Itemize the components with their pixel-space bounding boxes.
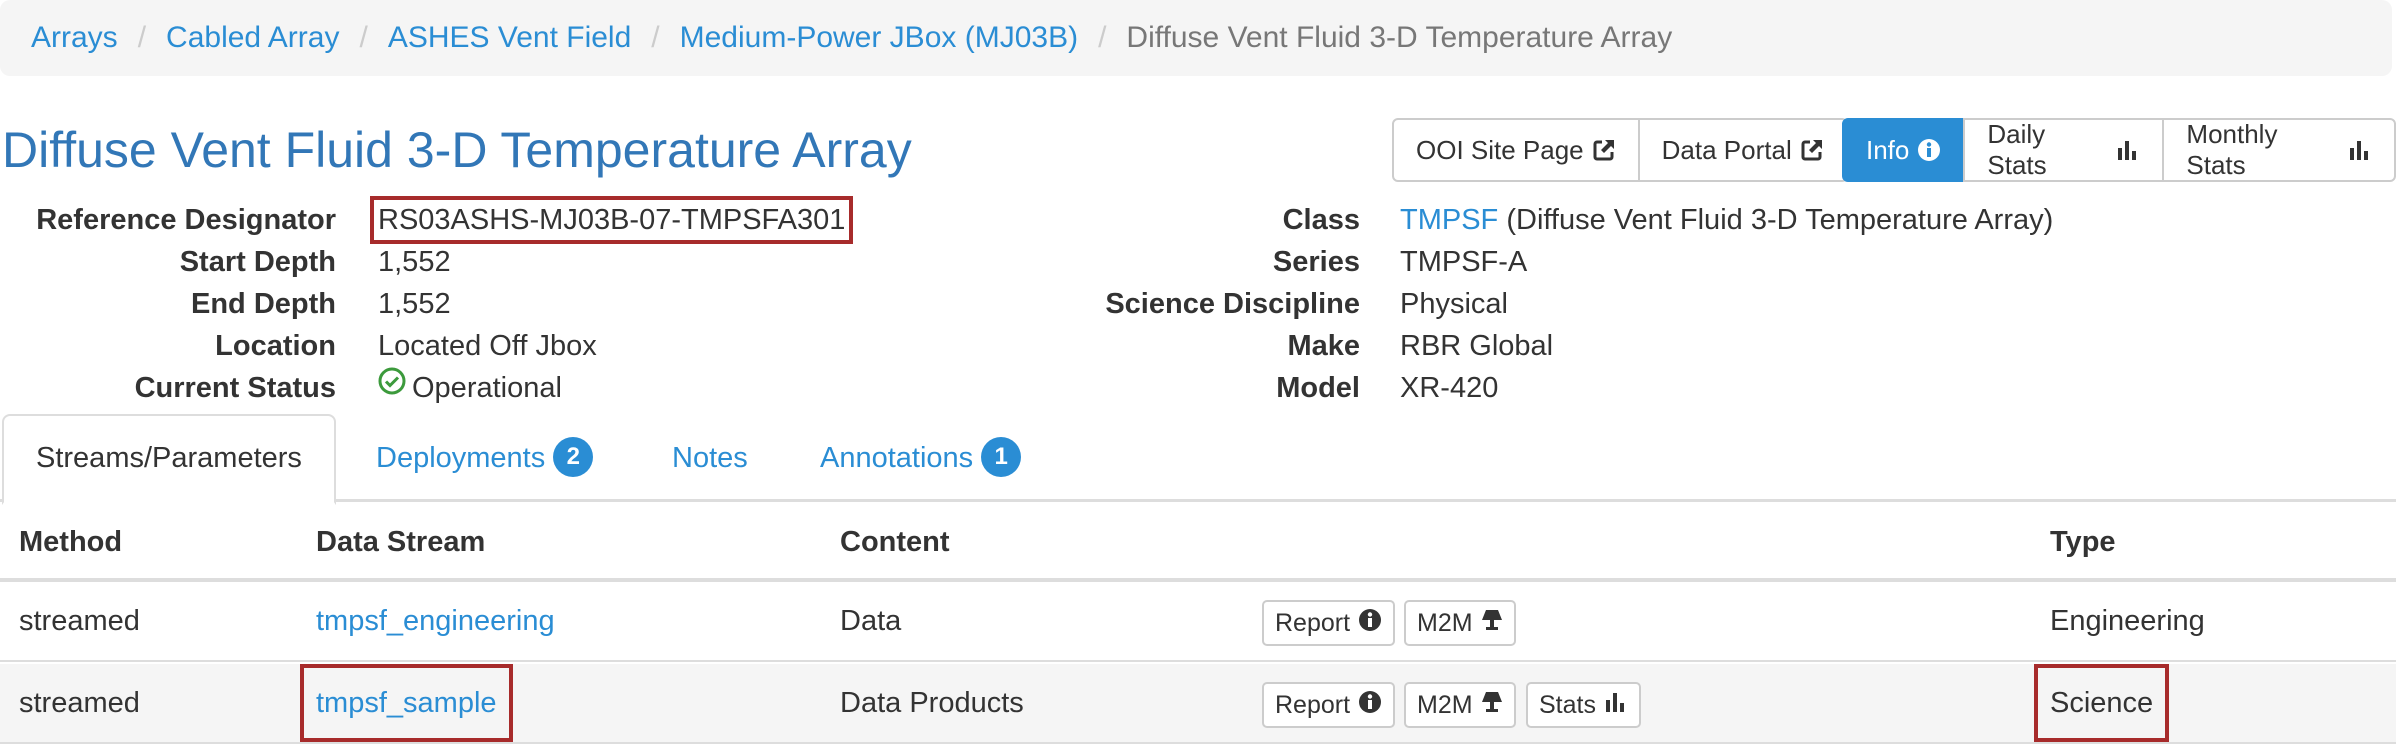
status-text: Operational: [412, 372, 562, 404]
tab-notes[interactable]: Notes: [672, 414, 748, 502]
stats-button[interactable]: Stats: [1526, 682, 1641, 728]
tab-bar: Streams/Parameters Deployments 2 Notes An…: [0, 414, 2396, 505]
tab-deployments[interactable]: Deployments 2: [376, 414, 594, 502]
start-depth-value: 1,552: [378, 246, 451, 278]
location-value: Located Off Jbox: [378, 330, 597, 362]
class-link[interactable]: TMPSF: [1400, 204, 1498, 236]
daily-stats-label: Daily Stats: [1987, 119, 2047, 180]
reference-designator-label: Reference Designator: [36, 204, 336, 236]
info-icon: [1358, 608, 1382, 639]
data-portal-label: Data Portal: [1661, 134, 1792, 165]
current-status-value: Operational: [378, 366, 562, 409]
row-stream-link[interactable]: tmpsf_sample: [300, 664, 513, 742]
lamp-icon: [1481, 690, 1503, 721]
row-method: streamed: [19, 605, 140, 637]
tab-deployments-label: Deployments: [376, 442, 546, 474]
breadcrumb-current: Diffuse Vent Fluid 3-D Temperature Array: [1126, 21, 1673, 54]
page-title: Diffuse Vent Fluid 3-D Temperature Array: [2, 122, 912, 178]
tab-annotations[interactable]: Annotations 1: [820, 414, 1022, 502]
ooi-site-page-label: OOI Site Page: [1416, 134, 1584, 165]
report-label: Report: [1275, 608, 1351, 637]
header-type: Type: [2050, 526, 2116, 558]
series-label: Series: [1272, 246, 1360, 278]
external-link-icon: [1592, 138, 1616, 162]
row-stream-link[interactable]: tmpsf_engineering: [316, 582, 555, 660]
model-value: XR-420: [1400, 372, 1499, 404]
deployments-count-badge: 2: [553, 437, 594, 478]
make-label: Make: [1287, 330, 1360, 362]
breadcrumb-separator: /: [1098, 21, 1107, 54]
info-icon: [1358, 690, 1382, 721]
breadcrumb-jbox[interactable]: Medium-Power JBox (MJ03B): [680, 21, 1078, 55]
monthly-stats-label: Monthly Stats: [2186, 119, 2278, 180]
external-link-icon: [1800, 138, 1824, 162]
header-data-stream: Data Stream: [316, 526, 486, 558]
row-type: Engineering: [2050, 605, 2205, 637]
end-depth-value: 1,552: [378, 288, 451, 320]
view-toggle-group: Info Daily Stats Monthly Stats: [1842, 118, 2396, 182]
m2m-label: M2M: [1417, 608, 1473, 637]
header-method: Method: [19, 526, 123, 558]
table-header: Method Data Stream Content Type: [0, 502, 2396, 582]
monthly-stats-button[interactable]: Monthly Stats: [2162, 118, 2396, 182]
row-content: Data Products: [840, 687, 1024, 719]
breadcrumb-separator: /: [137, 21, 147, 54]
bar-chart-icon: [2116, 138, 2140, 162]
class-value: TMPSF (Diffuse Vent Fluid 3-D Temperatur…: [1400, 200, 2053, 240]
science-discipline-value: Physical: [1400, 288, 1508, 320]
breadcrumb-cabled-array[interactable]: Cabled Array: [166, 21, 339, 55]
location-label: Location: [215, 330, 336, 362]
row-method: streamed: [19, 687, 140, 719]
science-discipline-label: Science Discipline: [1105, 288, 1360, 320]
info-button[interactable]: Info: [1842, 118, 1966, 182]
breadcrumb-separator: /: [359, 21, 368, 54]
data-portal-button[interactable]: Data Portal: [1637, 118, 1848, 182]
end-depth-label: End Depth: [191, 288, 336, 320]
stats-label: Stats: [1539, 690, 1596, 719]
series-link[interactable]: TMPSF-A: [1400, 242, 1527, 282]
report-label: Report: [1275, 690, 1351, 719]
tab-streams-parameters[interactable]: Streams/Parameters: [2, 414, 336, 505]
check-circle-icon: [378, 366, 406, 406]
bar-chart-icon: [2348, 138, 2372, 162]
m2m-button[interactable]: M2M: [1404, 682, 1516, 728]
breadcrumb: Arrays / Cabled Array / ASHES Vent Field…: [0, 0, 2392, 76]
annotations-count-badge: 1: [981, 437, 1022, 478]
ooi-site-page-button[interactable]: OOI Site Page: [1392, 118, 1640, 182]
report-button[interactable]: Report: [1262, 682, 1396, 728]
external-links-group: OOI Site Page Data Portal: [1392, 118, 1848, 182]
info-label: Info: [1866, 134, 1910, 165]
reference-designator-value: RS03ASHS-MJ03B-07-TMPSFA301: [369, 196, 854, 244]
info-icon: [1917, 138, 1941, 162]
breadcrumb-ashes-vent-field[interactable]: ASHES Vent Field: [388, 21, 631, 55]
class-label: Class: [1282, 204, 1360, 236]
model-label: Model: [1276, 372, 1360, 404]
start-depth-label: Start Depth: [179, 246, 336, 278]
header-content: Content: [840, 526, 950, 558]
tab-annotations-label: Annotations: [820, 442, 974, 474]
row-type: Science: [2033, 664, 2170, 742]
current-status-label: Current Status: [134, 372, 336, 404]
breadcrumb-arrays[interactable]: Arrays: [31, 21, 118, 55]
breadcrumb-separator: /: [651, 21, 660, 54]
table-row: streamed tmpsf_engineering Data Report M…: [0, 582, 2396, 662]
m2m-label: M2M: [1417, 690, 1473, 719]
class-description: (Diffuse Vent Fluid 3-D Temperature Arra…: [1506, 204, 2054, 236]
make-value: RBR Global: [1400, 330, 1554, 362]
row-content: Data: [840, 605, 902, 637]
m2m-button[interactable]: M2M: [1404, 600, 1516, 646]
lamp-icon: [1481, 608, 1503, 639]
daily-stats-button[interactable]: Daily Stats: [1963, 118, 2165, 182]
table-row: streamed tmpsf_sample Data Products Repo…: [0, 664, 2396, 744]
report-button[interactable]: Report: [1262, 600, 1396, 646]
bar-chart-icon: [1604, 690, 1628, 721]
